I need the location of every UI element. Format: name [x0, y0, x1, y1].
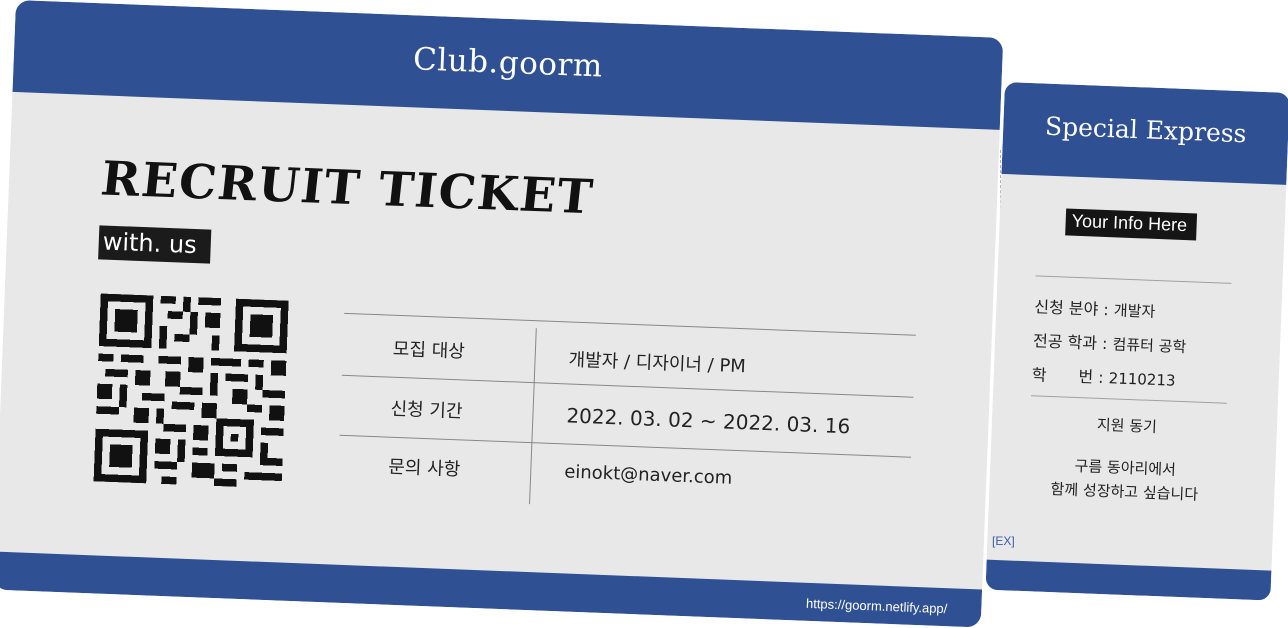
- divider: [529, 328, 537, 505]
- field-row: 신청 분야 : 개발자: [1034, 293, 1156, 322]
- divider: [1035, 275, 1232, 284]
- major-row: 전공 학과 : 컴퓨터 공학: [1033, 327, 1187, 357]
- qr-code-icon: [93, 293, 289, 487]
- value-period: 2022. 03. 02 ~ 2022. 03. 16: [565, 403, 851, 439]
- divider: [1030, 395, 1227, 404]
- page-title: RECRUIT TICKET: [98, 151, 597, 226]
- value-contact: einokt@naver.com: [563, 461, 733, 489]
- example-note: [EX]: [992, 534, 1015, 548]
- divider: [344, 312, 916, 336]
- ticket-stub: Special Express Your Info Here 신청 분야 : 개…: [985, 82, 1288, 601]
- ticket-main: Club.goorm RECRUIT TICKET with. us 모집 대상…: [0, 0, 1004, 628]
- label-contact: 문의 사항: [387, 456, 461, 481]
- motive-label: 지원 동기: [1096, 415, 1158, 437]
- bottom-band: [985, 559, 1272, 601]
- info-table: 모집 대상 개발자 / 디자이너 / PM 신청 기간 2022. 03. 02…: [339, 312, 916, 505]
- recruit-ticket: Club.goorm RECRUIT TICKET with. us 모집 대상…: [0, 0, 1288, 628]
- info-tag: Your Info Here: [1065, 208, 1198, 241]
- field-value: 개발자: [1113, 301, 1156, 321]
- label-period: 신청 기간: [390, 398, 463, 423]
- bottom-band: [0, 551, 983, 628]
- field-label: 신청 분야 :: [1034, 297, 1115, 320]
- id-row: 학 번 : 2110213: [1031, 361, 1176, 391]
- major-value: 컴퓨터 공학: [1112, 335, 1187, 357]
- major-label: 전공 학과 :: [1032, 331, 1113, 354]
- id-value: 2110213: [1108, 369, 1176, 390]
- value-target: 개발자 / 디자이너 / PM: [568, 349, 747, 378]
- label-target: 모집 대상: [392, 338, 466, 363]
- divider: [341, 374, 914, 398]
- id-label: 학 번 :: [1031, 365, 1110, 388]
- subtitle-badge: with. us: [98, 225, 212, 264]
